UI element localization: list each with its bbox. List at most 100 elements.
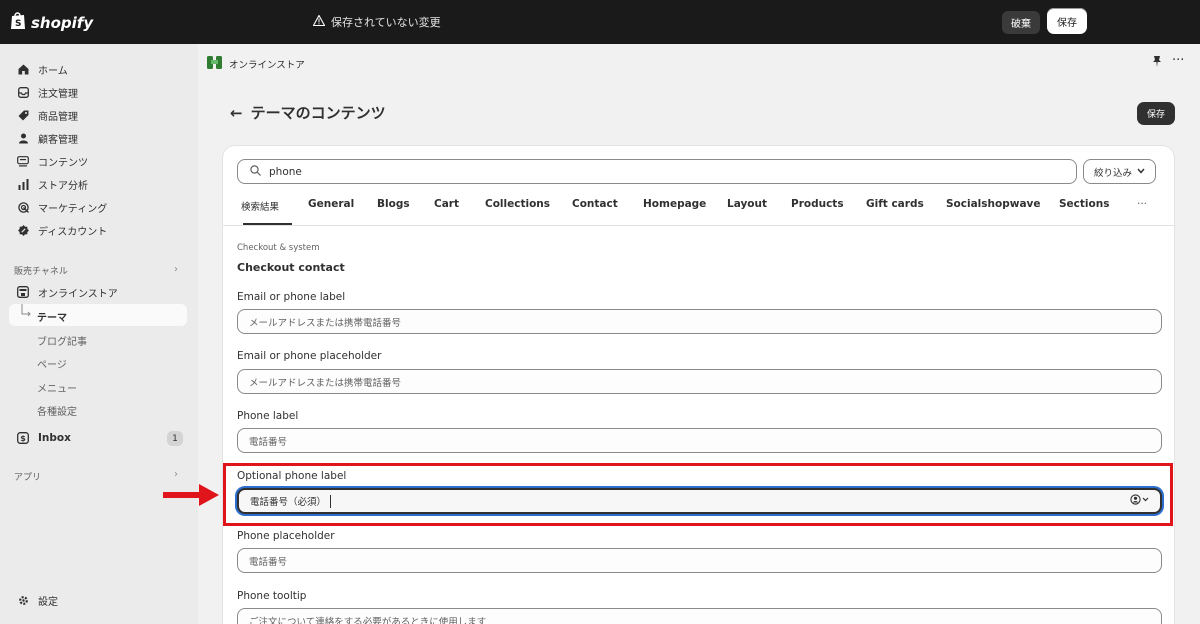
input-value: 電話番号 <box>249 556 288 568</box>
page-title: ← テーマのコンテンツ <box>230 102 386 123</box>
tree-branch-icon <box>21 304 31 317</box>
tab-socialshopwave[interactable]: Socialshopwave <box>946 198 1041 210</box>
sidebar-item-home[interactable]: ホーム <box>9 59 187 79</box>
discard-button[interactable]: 破棄 <box>1002 11 1040 34</box>
chevron-down-icon <box>1137 166 1145 177</box>
sidebar-item-label: テーマ <box>37 313 67 324</box>
input-value: メールアドレスまたは携帯電話番号 <box>249 317 402 329</box>
content-icon <box>17 155 29 167</box>
sidebar-item-online-store[interactable]: オンラインストア <box>9 282 187 302</box>
topbar-save-button[interactable]: 保存 <box>1047 8 1087 34</box>
unsaved-changes-indicator: 保存されていない変更 <box>312 14 441 30</box>
field-label: Phone tooltip <box>237 590 307 602</box>
sidebar-item-products[interactable]: 商品管理 <box>9 105 187 125</box>
sidebar-item-theme[interactable]: テーマ <box>9 304 187 326</box>
inbox-count-badge: 1 <box>167 431 183 446</box>
svg-text:$: $ <box>20 434 26 443</box>
unsaved-text: 保存されていない変更 <box>331 16 441 29</box>
field-label: Phone placeholder <box>237 530 335 542</box>
sidebar-item-preferences[interactable]: 各種設定 <box>37 403 77 418</box>
field-label: Phone label <box>237 410 299 422</box>
sidebar-item-label: Inbox <box>38 432 71 444</box>
tab-sections[interactable]: Sections <box>1059 198 1109 210</box>
sidebar-item-orders[interactable]: 注文管理 <box>9 82 187 102</box>
tab-gift-cards[interactable]: Gift cards <box>866 198 924 210</box>
tab-more-icon[interactable]: ··· <box>1137 198 1147 210</box>
sidebar-item-pages[interactable]: ページ <box>37 356 67 371</box>
tab-bar: 検索結果 General Blogs Cart Collections Cont… <box>237 198 1157 224</box>
tabs-divider <box>223 225 1174 226</box>
sidebar-item-label: ホーム <box>38 65 68 77</box>
input-value: ご注文について連絡をする必要があるときに使用します <box>249 616 487 624</box>
tab-layout[interactable]: Layout <box>727 198 767 210</box>
section-breadcrumb: Checkout & system <box>237 243 320 253</box>
sidebar-item-label: コンテンツ <box>38 157 88 169</box>
email-or-phone-placeholder-input[interactable]: メールアドレスまたは携帯電話番号 <box>237 369 1162 394</box>
email-or-phone-label-input[interactable]: メールアドレスまたは携帯電話番号 <box>237 309 1162 334</box>
sidebar-item-inbox[interactable]: $ Inbox <box>9 428 187 448</box>
apps-label: アプリ <box>14 473 42 483</box>
online-store-icon <box>207 55 222 73</box>
field-label: Email or phone label <box>237 291 346 303</box>
sales-channels-label: 販売チャネル <box>14 267 68 277</box>
tab-cart[interactable]: Cart <box>434 198 459 210</box>
sidebar-item-analytics[interactable]: ストア分析 <box>9 174 187 194</box>
sidebar-item-discounts[interactable]: ディスカウント <box>9 220 187 240</box>
tab-contact[interactable]: Contact <box>572 198 618 210</box>
store-breadcrumb: オンラインストア <box>207 55 305 73</box>
store-label: オンラインストア <box>229 60 305 71</box>
phone-label-input[interactable]: 電話番号 <box>237 428 1162 453</box>
phone-placeholder-input[interactable]: 電話番号 <box>237 548 1162 573</box>
filter-button[interactable]: 絞り込み <box>1083 159 1156 184</box>
page-title-text: テーマのコンテンツ <box>250 104 386 122</box>
sidebar-item-label: オンラインストア <box>38 288 118 300</box>
warning-icon <box>312 14 326 29</box>
target-icon <box>17 201 29 213</box>
store-icon <box>17 286 29 298</box>
inbox-tray-icon <box>17 86 29 98</box>
highlight-box <box>223 463 1173 526</box>
search-input[interactable]: phone <box>237 159 1077 184</box>
field-label: Email or phone placeholder <box>237 350 382 362</box>
shopify-bag-icon: S <box>10 11 26 34</box>
content-card: phone 絞り込み 検索結果 General Blogs Cart Colle… <box>223 146 1174 624</box>
bar-chart-icon <box>17 178 29 190</box>
sidebar-item-label: 商品管理 <box>38 111 78 123</box>
tab-collections[interactable]: Collections <box>485 198 550 210</box>
input-value: 電話番号 <box>249 436 288 448</box>
sidebar-item-label: マーケティング <box>38 203 108 215</box>
discount-icon <box>17 224 29 236</box>
sidebar-item-marketing[interactable]: マーケティング <box>9 197 187 217</box>
sidebar-item-menus[interactable]: メニュー <box>37 380 77 395</box>
sidebar-item-settings[interactable]: 設定 <box>9 590 187 610</box>
shopify-logo[interactable]: S shopify <box>10 11 93 34</box>
search-value: phone <box>269 165 302 178</box>
tab-general[interactable]: General <box>308 198 354 210</box>
input-value: メールアドレスまたは携帯電話番号 <box>249 377 402 389</box>
phone-tooltip-input[interactable]: ご注文について連絡をする必要があるときに使用します <box>237 608 1162 624</box>
back-arrow-icon[interactable]: ← <box>230 104 243 122</box>
search-icon <box>250 164 261 179</box>
sidebar-item-blog-posts[interactable]: ブログ記事 <box>37 333 87 348</box>
sidebar-item-customers[interactable]: 顧客管理 <box>9 128 187 148</box>
dollar-box-icon: $ <box>17 432 29 444</box>
save-button[interactable]: 保存 <box>1137 102 1175 125</box>
tab-blogs[interactable]: Blogs <box>377 198 410 210</box>
person-icon <box>17 132 29 144</box>
svg-text:S: S <box>15 19 21 29</box>
section-title: Checkout contact <box>237 261 345 274</box>
sidebar-item-label: ディスカウント <box>38 226 108 238</box>
chevron-right-icon[interactable]: › <box>174 469 178 480</box>
tab-search-results[interactable]: 検索結果 <box>241 199 279 213</box>
sidebar-item-label: 注文管理 <box>38 88 78 100</box>
red-arrow-icon <box>163 484 219 510</box>
sidebar-item-content[interactable]: コンテンツ <box>9 151 187 171</box>
sidebar-item-label: ストア分析 <box>38 180 88 192</box>
tag-icon <box>17 109 29 121</box>
tab-homepage[interactable]: Homepage <box>643 198 706 210</box>
gear-icon <box>17 594 29 606</box>
pin-icon[interactable] <box>1152 56 1162 70</box>
tab-products[interactable]: Products <box>791 198 844 210</box>
chevron-right-icon[interactable]: › <box>174 264 178 275</box>
more-options-icon[interactable]: ··· <box>1172 53 1184 68</box>
